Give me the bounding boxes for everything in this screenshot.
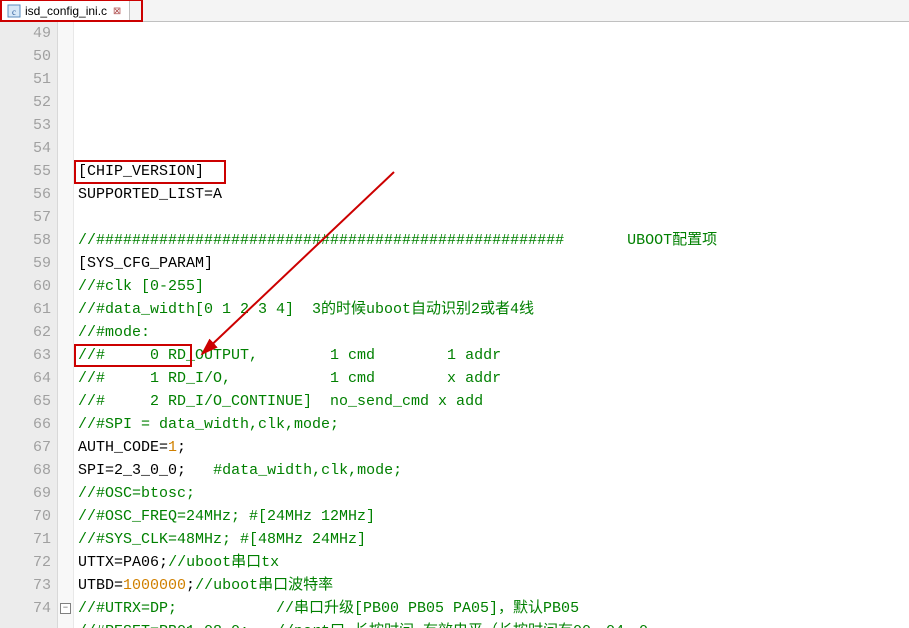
line-number: 52 [0, 91, 51, 114]
line-number: 55 [0, 160, 51, 183]
code-area[interactable]: [CHIP_VERSION]SUPPORTED_LIST=A//########… [74, 22, 909, 628]
line-number: 71 [0, 528, 51, 551]
line-number: 56 [0, 183, 51, 206]
line-number: 74 [0, 597, 51, 620]
line-number: 70 [0, 505, 51, 528]
line-number-gutter: 4950515253545556575859606162636465666768… [0, 22, 58, 628]
line-number: 61 [0, 298, 51, 321]
fold-toggle-icon[interactable]: − [60, 603, 71, 614]
line-number: 50 [0, 45, 51, 68]
line-number: 59 [0, 252, 51, 275]
line-number: 64 [0, 367, 51, 390]
annotation-arrow [74, 22, 674, 622]
line-number: 57 [0, 206, 51, 229]
line-number: 49 [0, 22, 51, 45]
line-number: 54 [0, 137, 51, 160]
line-number: 69 [0, 482, 51, 505]
line-number: 68 [0, 459, 51, 482]
annotation-box-tab [0, 0, 143, 22]
line-number: 73 [0, 574, 51, 597]
line-number: 72 [0, 551, 51, 574]
line-number: 60 [0, 275, 51, 298]
fold-column: − [58, 22, 74, 628]
line-number: 65 [0, 390, 51, 413]
line-number: 53 [0, 114, 51, 137]
line-number: 51 [0, 68, 51, 91]
line-number: 62 [0, 321, 51, 344]
line-number: 66 [0, 413, 51, 436]
tab-bar: c isd_config_ini.c ⊠ [0, 0, 909, 22]
line-number: 63 [0, 344, 51, 367]
line-number: 67 [0, 436, 51, 459]
editor: 4950515253545556575859606162636465666768… [0, 22, 909, 628]
line-number: 58 [0, 229, 51, 252]
